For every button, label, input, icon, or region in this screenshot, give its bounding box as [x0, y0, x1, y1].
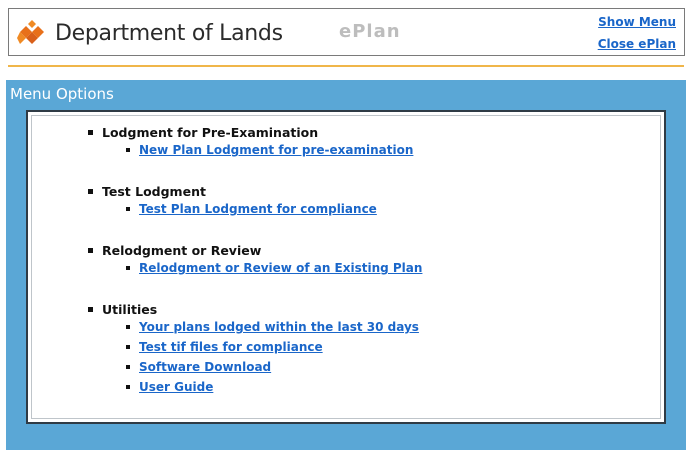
department-logo-icon [17, 20, 44, 44]
bullet-icon [126, 365, 130, 369]
relodgment-review-link[interactable]: Relodgment or Review of an Existing Plan [139, 261, 422, 275]
header-divider [8, 65, 684, 67]
menu-box: Lodgment for Pre-Examination New Plan Lo… [26, 110, 666, 424]
app-name: ePlan [339, 21, 401, 42]
section-title: Lodgment for Pre-Examination [102, 124, 319, 140]
list-item: Test tif files for compliance [88, 337, 419, 357]
section-test-lodgment: Test Lodgment Test Plan Lodgment for com… [88, 183, 377, 219]
new-plan-lodgment-link[interactable]: New Plan Lodgment for pre-examination [139, 143, 413, 157]
list-item: Your plans lodged within the last 30 day… [88, 317, 419, 337]
list-item: User Guide [88, 377, 419, 397]
bullet-icon [126, 345, 130, 349]
list-item: New Plan Lodgment for pre-examination [88, 140, 413, 160]
user-guide-link[interactable]: User Guide [139, 380, 213, 394]
bullet-icon [88, 129, 93, 135]
bullet-icon [126, 266, 130, 270]
bullet-icon [126, 148, 130, 152]
section-pre-examination: Lodgment for Pre-Examination New Plan Lo… [88, 124, 413, 160]
bullet-icon [126, 385, 130, 389]
software-download-link[interactable]: Software Download [139, 360, 271, 374]
panel-title: Menu Options [10, 85, 114, 103]
site-header: Department of Lands ePlan Show Menu Clos… [8, 8, 685, 56]
section-utilities: Utilities Your plans lodged within the l… [88, 301, 419, 397]
test-tif-files-link[interactable]: Test tif files for compliance [139, 340, 323, 354]
list-item: Relodgment or Review of an Existing Plan [88, 258, 422, 278]
section-title: Utilities [102, 301, 158, 317]
list-item: Software Download [88, 357, 419, 377]
bullet-icon [126, 207, 130, 211]
section-relodgment: Relodgment or Review Relodgment or Revie… [88, 242, 422, 278]
bullet-icon [88, 188, 93, 194]
close-eplan-link[interactable]: Close ePlan [598, 37, 676, 51]
list-item: Test Plan Lodgment for compliance [88, 199, 377, 219]
department-name: Department of Lands [55, 21, 283, 46]
show-menu-link[interactable]: Show Menu [598, 15, 676, 29]
section-title: Relodgment or Review [102, 242, 262, 258]
test-plan-lodgment-link[interactable]: Test Plan Lodgment for compliance [139, 202, 377, 216]
bullet-icon [88, 247, 93, 253]
menu-options-panel: Menu Options Lodgment for Pre-Examinatio… [6, 80, 686, 450]
bullet-icon [126, 325, 130, 329]
bullet-icon [88, 306, 93, 312]
section-title: Test Lodgment [102, 183, 206, 199]
plans-lodged-link[interactable]: Your plans lodged within the last 30 day… [139, 320, 419, 334]
